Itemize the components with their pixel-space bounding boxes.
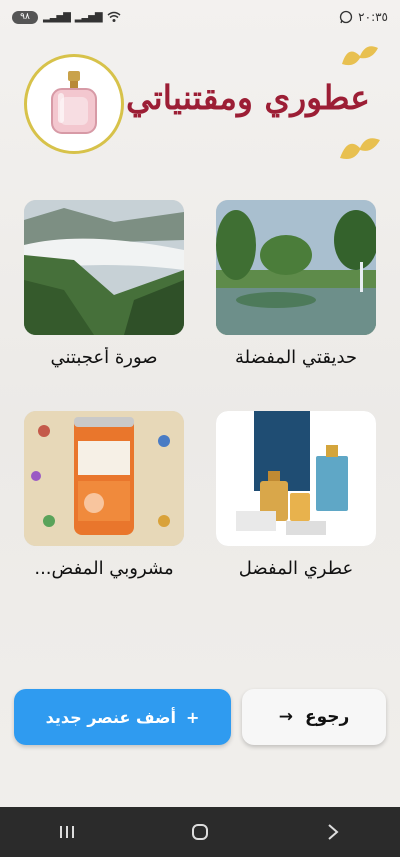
logo [24,54,124,154]
butterfly-icon [342,46,378,66]
signal-icon-2: ▂▃▅▇ [74,11,103,23]
system-nav-bar [0,807,400,857]
signal-icon: ▂▃▅▇ [43,11,71,23]
status-bar: ٩٨ ▂▃▅▇ ▂▃▅▇ ٢٠:٣٥ [0,0,400,34]
back-label: رجوع [304,707,350,727]
status-right: ٢٠:٣٥ [339,10,388,24]
card-favorite-garden[interactable]: حديقتي المفضلة [216,200,376,368]
perfume-boxes-image [216,411,376,546]
card-label: صورة أعجبتني [50,347,158,368]
back-button[interactable]: رجوع → [242,689,386,745]
card-favorite-perfume[interactable]: عطري المفضل [216,411,376,579]
misty-mountains-image [24,200,184,335]
butterfly-icon-2 [340,138,380,159]
header: عطوري ومقتنياتي [0,40,400,170]
mirinda-can-image [24,411,184,546]
nav-back-button[interactable] [303,812,363,852]
arrow-right-icon: → [278,707,293,727]
app-title: عطوري ومقتنياتي [126,78,370,117]
whatsapp-icon [340,10,353,24]
perfume-bottle-icon [51,71,97,134]
status-time: ٢٠:٣٥ [358,10,388,24]
plus-icon: + [185,707,200,727]
card-label: مشروبي المفض... [34,558,174,579]
back-icon [328,824,339,840]
garden-lake-image [216,200,376,335]
recent-apps-button[interactable] [37,812,97,852]
recent-apps-icon [59,826,74,838]
home-icon [191,824,208,840]
wifi-icon [107,11,121,22]
card-label: حديقتي المفضلة [234,347,358,368]
add-item-label: أضف عنصر جديد [45,707,176,727]
status-left: ٩٨ ▂▃▅▇ ▂▃▅▇ [12,10,121,24]
card-favorite-drink[interactable]: مشروبي المفض... [24,411,184,579]
home-button[interactable] [170,812,230,852]
card-label: عطري المفضل [238,558,354,579]
add-item-button[interactable]: + أضف عنصر جديد [14,689,231,745]
battery-icon: ٩٨ [12,10,38,24]
card-liked-photo[interactable]: صورة أعجبتني [24,200,184,368]
